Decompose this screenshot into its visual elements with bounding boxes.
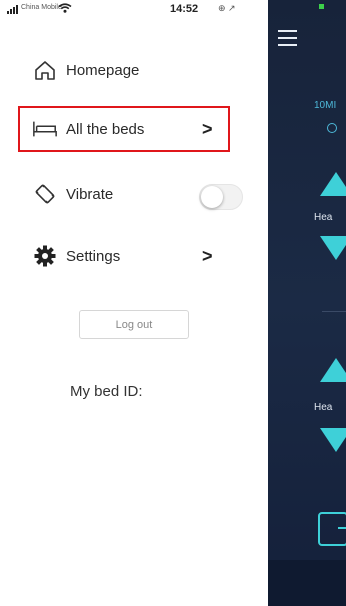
menu-item-label: All the beds (66, 120, 145, 138)
menu-item-label: Vibrate (66, 185, 114, 203)
section-divider (322, 311, 346, 312)
chevron-right-icon: > (202, 119, 213, 139)
toggle-knob (201, 186, 223, 208)
minus-button[interactable] (318, 512, 346, 546)
bed-icon (32, 116, 58, 142)
vibrate-toggle[interactable] (199, 184, 243, 210)
panel-footer (268, 560, 346, 606)
vibrate-icon (32, 181, 58, 207)
menu-item-label: Homepage (66, 61, 140, 79)
side-drawer: China Mobile 14:52 ⊕ ↗ Homepage All the … (0, 0, 268, 606)
head-label: Hea (314, 212, 333, 223)
carrier-name: China Mobile (21, 4, 62, 11)
home-icon (32, 57, 58, 83)
logout-button[interactable]: Log out (79, 310, 189, 339)
head-up-button[interactable] (320, 172, 346, 196)
head-label-2: Hea (314, 402, 333, 413)
menu-item-all-beds[interactable]: All the beds > (32, 111, 232, 147)
bed-id-label: My bed ID: (70, 383, 143, 400)
clock: 14:52 (170, 3, 199, 15)
head-up-button-2[interactable] (320, 358, 346, 382)
menu-item-settings[interactable]: Settings > (32, 238, 232, 274)
status-bar: China Mobile 14:52 ⊕ ↗ (0, 0, 268, 22)
chevron-right-icon: > (202, 246, 213, 266)
system-icons: ⊕ ↗ (218, 3, 236, 13)
head-down-button-2[interactable] (320, 428, 346, 452)
menu-item-homepage[interactable]: Homepage (32, 52, 232, 88)
menu-item-label: Settings (66, 247, 121, 265)
main-panel: 10MI Hea Hea (268, 0, 346, 606)
mode-indicator (327, 123, 337, 133)
menu-icon[interactable] (278, 30, 297, 51)
head-down-button[interactable] (320, 236, 346, 260)
wifi-icon (58, 3, 72, 15)
gear-icon (32, 243, 58, 269)
mode-label: 10MI (314, 100, 337, 111)
signal-icon (7, 5, 18, 14)
battery-indicator (319, 4, 324, 9)
